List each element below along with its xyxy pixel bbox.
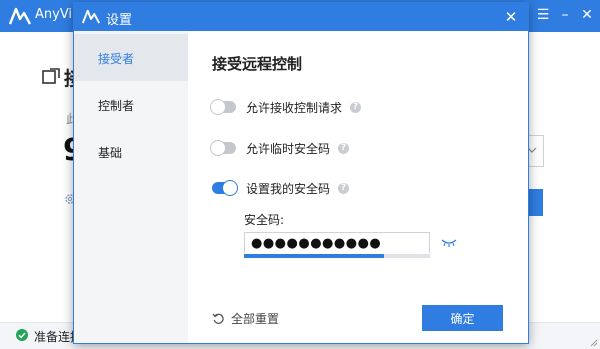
section-title: 接受远程控制 <box>212 55 303 73</box>
option-allow-temp-code: 允许临时安全码 ? <box>210 138 350 158</box>
sidebar-item-label: 接受者 <box>98 52 135 66</box>
main-window-title: AnyView <box>35 7 71 22</box>
sidebar-item-label: 控制者 <box>98 99 135 113</box>
sidebar-item-basic[interactable]: 基础 <box>74 128 188 175</box>
settings-sidebar: 接受者 控制者 基础 <box>74 31 188 343</box>
option-label: 设置我的安全码 <box>246 181 331 196</box>
anyviewer-logo-icon <box>9 7 31 25</box>
set-security-code-toggle[interactable] <box>212 180 238 196</box>
toggle-knob <box>210 99 226 115</box>
help-icon[interactable]: ? <box>338 142 350 154</box>
minimize-icon[interactable]: – <box>558 5 572 25</box>
allow-temp-code-toggle[interactable] <box>210 140 236 156</box>
main-close-icon[interactable]: ✕ <box>580 5 594 25</box>
menu-icon[interactable]: ☰ <box>536 5 550 25</box>
sidebar-item-controller[interactable]: 控制者 <box>74 81 188 128</box>
close-icon[interactable]: ✕ <box>500 6 522 28</box>
status-text: 准备连接 <box>34 330 74 344</box>
security-code-label: 安全码: <box>244 213 285 227</box>
help-icon[interactable]: ? <box>350 101 362 113</box>
password-strength-fill <box>244 254 384 258</box>
option-set-security-code: 设置我的安全码 ? <box>212 178 350 198</box>
password-strength-bar <box>244 254 430 258</box>
dialog-title: 设置 <box>106 13 133 28</box>
sidebar-item-receiver[interactable]: 接受者 <box>74 34 188 81</box>
help-icon[interactable]: ? <box>338 182 350 194</box>
dialog-titlebar: 设置 ✕ <box>74 3 528 31</box>
resize-grip-icon[interactable] <box>588 337 598 347</box>
hide-password-eye-icon[interactable] <box>441 236 457 248</box>
option-allow-control-requests: 允许接收控制请求 ? <box>210 97 362 117</box>
check-circle-icon <box>16 329 28 341</box>
reset-icon <box>212 313 224 324</box>
reset-all-button[interactable]: 全部重置 <box>212 308 279 328</box>
settings-content: 接受远程控制 允许接收控制请求 ? 允许临时安全码 ? 设置我的安全码 ? <box>188 31 528 343</box>
main-window-controls: ☰ – ✕ <box>536 5 594 25</box>
reset-label: 全部重置 <box>231 311 280 326</box>
sidebar-item-label: 基础 <box>98 146 123 160</box>
toggle-knob <box>222 180 238 196</box>
option-label: 允许临时安全码 <box>246 141 331 156</box>
settings-dialog: 设置 ✕ 接受者 控制者 基础 接受远程控制 允许接收控制请求 ? 允许临时安全… <box>73 2 529 344</box>
security-code-input[interactable] <box>244 232 430 253</box>
allow-control-requests-toggle[interactable] <box>210 99 236 115</box>
connect-icon <box>42 68 60 84</box>
ok-button[interactable]: 确定 <box>422 305 503 331</box>
toggle-knob <box>210 140 226 156</box>
anyviewer-logo-icon <box>82 9 100 24</box>
option-label: 允许接收控制请求 <box>246 100 343 115</box>
